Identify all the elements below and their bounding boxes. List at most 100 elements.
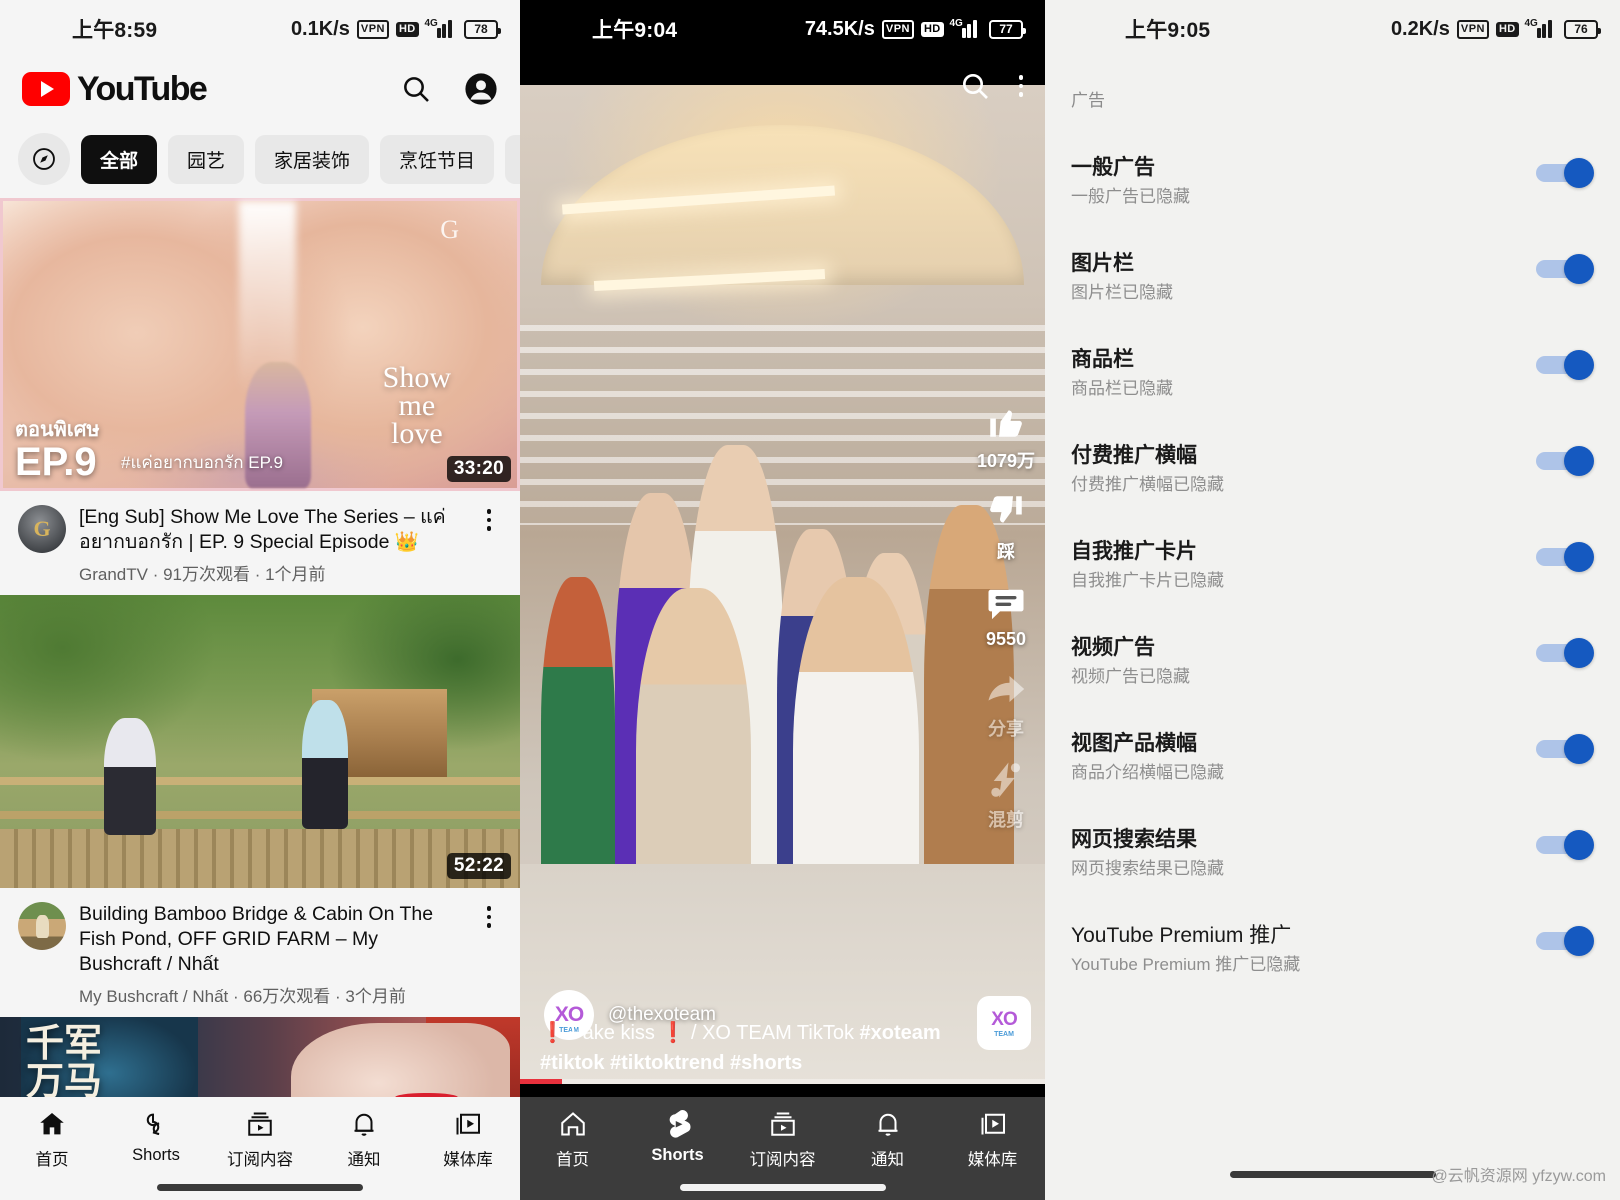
channel-avatar[interactable] [18, 902, 66, 950]
watermark-sublabel: TEAM [994, 1030, 1014, 1038]
video-thumbnail[interactable]: 52:22 [0, 595, 520, 888]
caption-emoji-right: ❗ [660, 1022, 686, 1044]
chip-explore[interactable] [18, 133, 70, 185]
nav-item-subscriptions[interactable]: 订阅内容 [208, 1109, 312, 1170]
more-vertical-icon[interactable] [1018, 75, 1023, 97]
setting-toggle[interactable] [1536, 734, 1594, 764]
setting-row-web-search-results[interactable]: 网页搜索结果 网页搜索结果已隐藏 [1071, 805, 1594, 901]
setting-row-image-shelf[interactable]: 图片栏 图片栏已隐藏 [1071, 229, 1594, 325]
setting-toggle[interactable] [1536, 542, 1594, 572]
shorts-video-surface[interactable] [520, 85, 1045, 1084]
signal-icon: 4G [1525, 18, 1558, 38]
shorts-video-frame [520, 85, 1045, 1084]
network-speed: 0.2K/s [1390, 17, 1450, 40]
setting-toggle[interactable] [1536, 254, 1594, 284]
video-more-menu-icon[interactable] [476, 902, 502, 1007]
nav-item-notifications[interactable]: 通知 [312, 1109, 416, 1170]
shorts-caption-line2[interactable]: #tiktok #tiktoktrend #shorts [540, 1048, 1025, 1078]
vpn-icon: VPN [1456, 19, 1489, 39]
chip-nature[interactable]: 自然 [505, 134, 520, 184]
caption-hashtag-main[interactable]: #xoteam [860, 1022, 941, 1044]
setting-toggle[interactable] [1536, 638, 1594, 668]
setting-toggle[interactable] [1536, 446, 1594, 476]
account-avatar-icon[interactable] [464, 72, 498, 106]
setting-row-general-ads[interactable]: 一般广告 一般广告已隐藏 [1071, 133, 1594, 229]
setting-title: 视图产品横幅 [1071, 732, 1197, 755]
channel-watermark-badge[interactable]: XO TEAM [977, 996, 1031, 1050]
channel-avatar[interactable] [18, 505, 66, 553]
status-time: 上午8:59 [72, 19, 158, 42]
thumbnail-art: G Show me love ตอนพิเศษ EP.9 #แค่อยากบอก… [0, 198, 520, 491]
like-count: 1079万 [976, 451, 1035, 471]
hd-icon: HD [921, 21, 944, 37]
nav-label-library: 媒体库 [443, 1151, 493, 1169]
video-progress-bar[interactable] [520, 1079, 1045, 1084]
setting-title: 视频广告 [1071, 636, 1155, 659]
remix-button[interactable]: 混剪 [985, 759, 1027, 832]
nav-item-notifications[interactable]: 通知 [835, 1109, 940, 1170]
chip-gardening[interactable]: 园艺 [168, 134, 245, 184]
setting-subtitle: 商品栏已隐藏 [1071, 379, 1173, 398]
setting-title: 商品栏 [1071, 348, 1134, 371]
phone-panel-youtube-shorts: 上午9:04 74.5K/s VPN HD 4G 77 1079万 踩 9550… [520, 0, 1045, 1200]
video-title[interactable]: Building Bamboo Bridge & Cabin On The Fi… [79, 902, 463, 977]
comment-button[interactable]: 9550 [985, 582, 1027, 650]
setting-row-self-promo-card[interactable]: 自我推广卡片 自我推广卡片已隐藏 [1071, 517, 1594, 613]
setting-toggle[interactable] [1536, 926, 1594, 956]
video-thumbnail[interactable]: G Show me love ตอนพิเศษ EP.9 #แค่อยากบอก… [0, 198, 520, 491]
video-card[interactable]: G Show me love ตอนพิเศษ EP.9 #แค่อยากบอก… [0, 198, 520, 595]
thumbnail-episode-badge: ตอนพิเศษ EP.9 [15, 419, 100, 484]
setting-subtitle: 一般广告已隐藏 [1071, 187, 1190, 206]
nav-item-home[interactable]: 首页 [520, 1109, 625, 1170]
setting-subtitle: 付费推广横幅已隐藏 [1071, 475, 1224, 494]
video-duration-badge: 33:20 [446, 456, 511, 482]
network-speed: 74.5K/s [804, 17, 875, 40]
setting-row-product-view-banner[interactable]: 视图产品横幅 商品介绍横幅已隐藏 [1071, 709, 1594, 805]
search-icon[interactable] [400, 73, 432, 105]
setting-subtitle: 自我推广卡片已隐藏 [1071, 571, 1224, 590]
shorts-top-bar [520, 58, 1045, 114]
setting-toggle[interactable] [1536, 158, 1594, 188]
vpn-icon: VPN [881, 19, 914, 39]
setting-title: 付费推广横幅 [1071, 444, 1197, 467]
network-type-label: 4G [424, 18, 438, 29]
video-progress-fill [520, 1079, 562, 1084]
youtube-wordmark: YouTube [77, 69, 208, 108]
nav-item-shorts[interactable]: Shorts [625, 1109, 730, 1170]
battery-icon: 76 [1564, 19, 1601, 39]
nav-item-home[interactable]: 首页 [0, 1109, 104, 1170]
watermark-label: XO [991, 1008, 1017, 1030]
search-icon[interactable] [959, 70, 991, 102]
youtube-logo[interactable]: YouTube [22, 69, 208, 109]
setting-row-paid-promotion-banner[interactable]: 付费推广横幅 付费推广横幅已隐藏 [1071, 421, 1594, 517]
setting-subtitle: 商品介绍横幅已隐藏 [1071, 763, 1224, 782]
video-title[interactable]: [Eng Sub] Show Me Love The Series – แค่อ… [79, 505, 463, 555]
status-bar: 上午9:04 74.5K/s VPN HD 4G 77 [520, 0, 1045, 58]
setting-subtitle: 图片栏已隐藏 [1071, 283, 1173, 302]
nav-item-subscriptions[interactable]: 订阅内容 [730, 1109, 835, 1170]
chip-home-decor[interactable]: 家居装饰 [255, 134, 370, 184]
shorts-caption[interactable]: ❗ Fake kiss ❗ / XO TEAM TikTok #xoteam #… [540, 1018, 1025, 1078]
shorts-caption-line1: ❗ Fake kiss ❗ / XO TEAM TikTok #xoteam [540, 1018, 1025, 1048]
setting-subtitle: 视频广告已隐藏 [1071, 667, 1190, 686]
home-indicator [1229, 1171, 1436, 1178]
dislike-button[interactable]: 踩 [985, 491, 1027, 564]
share-button[interactable]: 分享 [985, 668, 1027, 741]
setting-toggle[interactable] [1536, 830, 1594, 860]
like-button[interactable]: 1079万 [977, 400, 1035, 473]
nav-item-library[interactable]: 媒体库 [416, 1109, 520, 1170]
chip-all[interactable]: 全部 [81, 134, 158, 184]
setting-toggle[interactable] [1536, 350, 1594, 380]
nav-item-shorts[interactable]: Shorts [104, 1109, 208, 1170]
category-chip-row[interactable]: 全部 园艺 家居装饰 烹饪节目 自然 [0, 120, 520, 198]
setting-row-product-shelf[interactable]: 商品栏 商品栏已隐藏 [1071, 325, 1594, 421]
nav-item-library[interactable]: 媒体库 [940, 1109, 1045, 1170]
setting-row-youtube-premium-promo[interactable]: YouTube Premium 推广 YouTube Premium 推广已隐藏 [1071, 901, 1594, 997]
setting-subtitle: 网页搜索结果已隐藏 [1071, 859, 1224, 878]
nav-label-subscriptions: 订阅内容 [749, 1151, 816, 1169]
video-card[interactable]: 52:22 Building Bamboo Bridge & Cabin On … [0, 595, 520, 1017]
setting-row-video-ads[interactable]: 视频广告 视频广告已隐藏 [1071, 613, 1594, 709]
video-more-menu-icon[interactable] [476, 505, 502, 585]
chip-cooking-shows[interactable]: 烹饪节目 [380, 134, 495, 184]
battery-icon: 77 [989, 19, 1026, 39]
